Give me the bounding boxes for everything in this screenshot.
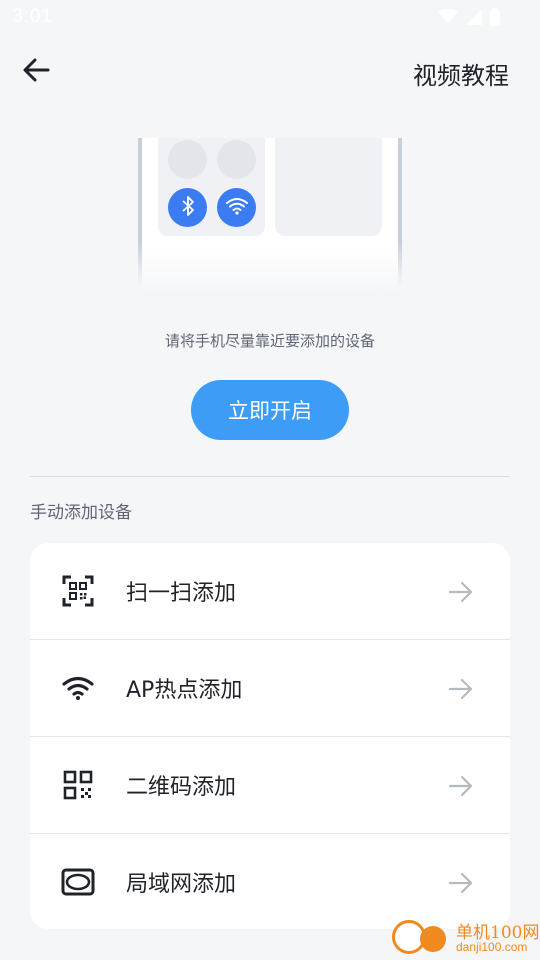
proximity-hint: 请将手机尽量靠近要添加的设备 <box>164 332 375 350</box>
divider <box>30 476 510 477</box>
watermark-logo: 单机100网 danji100.com <box>390 916 540 960</box>
wifi-icon <box>225 197 249 219</box>
option-label: AP热点添加 <box>126 678 243 703</box>
bluetooth-icon <box>181 195 195 221</box>
enable-now-button[interactable]: 立即开启 <box>191 380 349 440</box>
scan-icon <box>60 573 96 609</box>
wifi-status-icon <box>438 8 458 29</box>
wifi-toggle <box>217 188 256 227</box>
back-button[interactable] <box>16 52 56 92</box>
option-label: 二维码添加 <box>126 775 237 800</box>
option-lan[interactable]: 局域网添加 <box>30 834 510 929</box>
battery-icon <box>490 8 500 30</box>
option-qr-code[interactable]: 二维码添加 <box>30 737 510 834</box>
wifi-icon <box>60 670 96 706</box>
status-icons <box>438 8 500 30</box>
chevron-right-icon <box>446 577 476 607</box>
screen: 3:01 视频教程 请将手机尽量靠近要添加的设备 立即开启 手动添加设备 扫一扫… <box>0 0 540 960</box>
chevron-right-icon <box>446 868 476 898</box>
back-arrow-icon <box>22 56 50 88</box>
control-panel-left <box>158 138 265 236</box>
option-ap-hotspot[interactable]: AP热点添加 <box>30 640 510 737</box>
control-panel-right <box>275 138 382 236</box>
status-bar: 3:01 <box>0 0 540 36</box>
option-scan[interactable]: 扫一扫添加 <box>30 543 510 640</box>
video-tutorial-link[interactable]: 视频教程 <box>413 56 509 91</box>
lan-icon <box>60 864 96 900</box>
manual-add-title: 手动添加设备 <box>30 503 132 523</box>
status-time: 3:01 <box>12 6 53 27</box>
qr-code-icon <box>60 767 96 803</box>
phone-illustration <box>138 138 402 294</box>
watermark-url: danji100.com <box>456 940 528 954</box>
manual-add-options: 扫一扫添加 AP热点添加 二维码添加 局域网添加 <box>30 543 510 929</box>
watermark-circle <box>420 926 446 952</box>
signal-icon <box>466 9 482 29</box>
chevron-right-icon <box>446 674 476 704</box>
toggle-placeholder <box>217 140 256 179</box>
chevron-right-icon <box>446 771 476 801</box>
bluetooth-toggle <box>168 188 207 227</box>
toggle-placeholder <box>168 140 207 179</box>
option-label: 扫一扫添加 <box>126 581 237 606</box>
option-label: 局域网添加 <box>126 872 237 897</box>
header: 视频教程 <box>0 36 540 108</box>
